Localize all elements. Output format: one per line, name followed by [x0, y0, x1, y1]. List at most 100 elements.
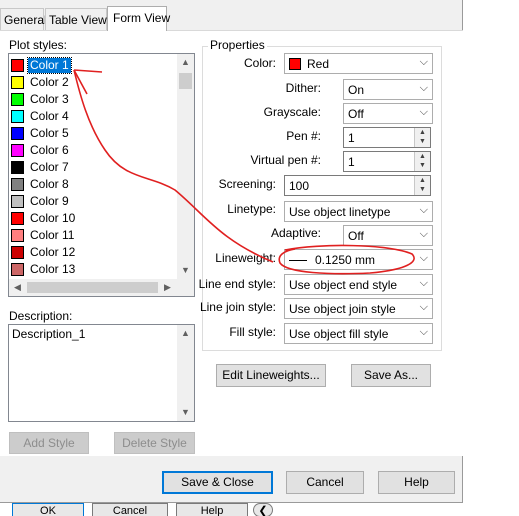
plot-style-item-label: Color 12 — [30, 245, 76, 259]
color-dropdown[interactable]: Red ⌵ — [284, 53, 433, 74]
save-close-button[interactable]: Save & Close — [162, 471, 273, 494]
color-swatch-icon — [11, 59, 24, 72]
adaptive-dropdown[interactable]: Off ⌵ — [343, 225, 433, 246]
plot-style-item[interactable]: Color 11 — [11, 227, 179, 244]
plot-style-item-label: Color 2 — [30, 75, 69, 89]
color-value: Red — [289, 57, 329, 71]
line-sample-icon — [289, 260, 307, 261]
plot-style-item[interactable]: Color 12 — [11, 244, 179, 261]
plot-style-item[interactable]: Color 9 — [11, 193, 179, 210]
plot-style-item-label: Color 11 — [30, 228, 75, 242]
color-swatch-icon — [11, 110, 24, 123]
description-label: Description: — [9, 309, 73, 323]
line-join-style-dropdown[interactable]: Use object join style ⌵ — [284, 298, 433, 319]
dither-dropdown[interactable]: On ⌵ — [343, 79, 433, 100]
fill-style-label: Fill style: — [229, 325, 276, 339]
virtual-pen-label: Virtual pen #: — [250, 153, 322, 167]
plot-styles-label: Plot styles: — [9, 38, 68, 52]
dither-value: On — [348, 83, 365, 97]
description-value: Description_1 — [12, 327, 86, 341]
plot-styles-vscrollbar[interactable]: ▲ ▼ — [177, 54, 194, 279]
tab-general[interactable]: General — [0, 8, 47, 30]
scroll-thumb[interactable] — [179, 73, 192, 89]
spin-down-icon[interactable]: ▼ — [419, 186, 426, 193]
plot-style-item[interactable]: Color 13 — [11, 261, 179, 278]
plot-style-item[interactable]: Color 1 — [11, 57, 179, 74]
color-swatch-icon — [11, 127, 24, 140]
spin-up-icon[interactable]: ▲ — [419, 177, 426, 184]
chevron-down-icon: ⌵ — [419, 82, 428, 94]
plot-style-item[interactable]: Color 8 — [11, 176, 179, 193]
color-label: Color: — [243, 56, 276, 70]
tab-general-label: General — [4, 13, 47, 27]
plot-style-item[interactable]: Color 4 — [11, 108, 179, 125]
lineweight-dropdown[interactable]: 0.1250 mm ⌵ — [284, 249, 433, 270]
add-style-button[interactable]: Add Style — [9, 432, 89, 454]
chevron-down-icon: ⌵ — [419, 301, 428, 313]
linetype-value: Use object linetype — [289, 205, 391, 219]
background-help-button[interactable]: Help — [176, 503, 248, 516]
pen-number-spinner[interactable]: 1 ▲ ▼ — [343, 127, 431, 148]
tab-form-view[interactable]: Form View — [107, 6, 170, 31]
desc-scroll-down-icon[interactable]: ▼ — [177, 404, 194, 421]
virtual-pen-spinner-buttons[interactable]: ▲ ▼ — [414, 152, 430, 171]
plot-style-item[interactable]: Color 2 — [11, 74, 179, 91]
plot-style-item-label: Color 5 — [30, 126, 69, 140]
plot-style-item-label: Color 6 — [30, 143, 69, 157]
plot-style-item[interactable]: Color 10 — [11, 210, 179, 227]
plot-style-item[interactable]: Color 7 — [11, 159, 179, 176]
help-button[interactable]: Help — [378, 471, 455, 494]
linetype-label: Linetype: — [227, 202, 276, 216]
plot-style-item[interactable]: Color 6 — [11, 142, 179, 159]
pen-label: Pen #: — [286, 129, 321, 143]
delete-style-button[interactable]: Delete Style — [114, 432, 195, 454]
screening-label: Screening: — [218, 177, 276, 191]
virtual-pen-spinner[interactable]: 1 ▲ ▼ — [343, 151, 431, 172]
tab-table-view[interactable]: Table View — [45, 8, 107, 30]
spin-down-icon[interactable]: ▼ — [419, 162, 426, 169]
color-swatch-icon — [11, 93, 24, 106]
lineweight-label: Lineweight: — [215, 251, 276, 265]
chevron-down-icon: ⌵ — [419, 252, 428, 264]
plot-style-item-label: Color 3 — [30, 92, 69, 106]
edit-lineweights-button[interactable]: Edit Lineweights... — [216, 364, 326, 387]
color-swatch-icon — [11, 161, 24, 174]
pen-spinner-buttons[interactable]: ▲ ▼ — [414, 128, 430, 147]
plot-style-item-label: Color 10 — [30, 211, 76, 225]
chevron-down-icon: ⌵ — [419, 277, 428, 289]
color-swatch-icon — [11, 178, 24, 191]
color-swatch-icon — [11, 263, 24, 276]
color-value-text: Red — [307, 57, 330, 71]
scroll-left-icon[interactable]: ◀ — [9, 279, 26, 296]
plot-style-item[interactable]: Color 5 — [11, 125, 179, 142]
spin-up-icon[interactable]: ▲ — [419, 129, 426, 136]
hscroll-thumb[interactable] — [27, 282, 158, 293]
background-cancel-button[interactable]: Cancel — [92, 503, 168, 516]
color-swatch-icon — [11, 246, 24, 259]
chevron-down-icon: ⌵ — [419, 204, 428, 216]
cancel-button[interactable]: Cancel — [286, 471, 364, 494]
color-swatch-icon — [11, 76, 24, 89]
line-end-style-dropdown[interactable]: Use object end style ⌵ — [284, 274, 433, 295]
fill-style-dropdown[interactable]: Use object fill style ⌵ — [284, 323, 433, 344]
plot-style-item-label: Color 8 — [30, 177, 69, 191]
adaptive-label: Adaptive: — [270, 226, 321, 240]
pen-number-value: 1 — [348, 131, 355, 145]
plot-style-item-label: Color 13 — [30, 262, 76, 276]
back-arrow-icon[interactable]: ❮ — [253, 503, 273, 516]
linetype-dropdown[interactable]: Use object linetype ⌵ — [284, 201, 433, 222]
screening-spinner-buttons[interactable]: ▲ ▼ — [414, 176, 430, 195]
line-join-style-value: Use object join style — [289, 302, 396, 316]
tab-table-view-label: Table View — [49, 13, 107, 27]
screening-spinner[interactable]: 100 ▲ ▼ — [284, 175, 431, 196]
save-as-button[interactable]: Save As... — [351, 364, 431, 387]
plot-style-item[interactable]: Color 3 — [11, 91, 179, 108]
spin-down-icon[interactable]: ▼ — [419, 138, 426, 145]
color-swatch-icon — [11, 229, 24, 242]
description-vscrollbar[interactable]: ▲ ▼ — [177, 325, 194, 421]
grayscale-dropdown[interactable]: Off ⌵ — [343, 103, 433, 124]
grayscale-label: Grayscale: — [263, 105, 321, 119]
color-swatch — [289, 58, 301, 70]
spin-up-icon[interactable]: ▲ — [419, 153, 426, 160]
background-ok-button[interactable]: OK — [12, 503, 84, 516]
